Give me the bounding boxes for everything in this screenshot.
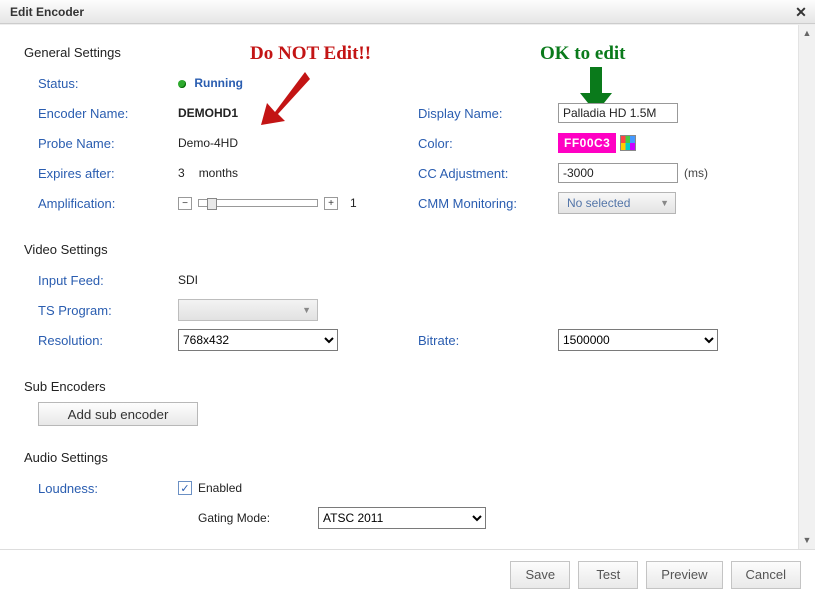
chevron-down-icon: ▼ <box>302 305 311 315</box>
expires-unit: months <box>199 166 238 180</box>
status-dot-icon <box>178 80 186 88</box>
input-feed-label: Input Feed: <box>38 273 178 288</box>
close-icon[interactable]: ✕ <box>793 4 809 20</box>
scroll-pane[interactable]: General Settings Status: Running Encoder <box>0 25 797 549</box>
resolution-label: Resolution: <box>38 333 178 348</box>
display-name-label: Display Name: <box>418 106 558 121</box>
loudness-enabled-label: Enabled <box>198 481 242 495</box>
dialog-body: Do NOT Edit!! OK to edit General Setting… <box>0 24 815 549</box>
color-value[interactable]: FF00C3 <box>558 133 616 153</box>
cmm-label: CMM Monitoring: <box>418 196 558 211</box>
loudness-checkbox[interactable]: ✓ <box>178 481 192 495</box>
scroll-up-icon[interactable]: ▲ <box>799 25 815 42</box>
slider-minus-icon[interactable]: − <box>178 197 192 210</box>
cc-adjust-input[interactable] <box>558 163 678 183</box>
cmm-select[interactable]: No selected ▼ <box>558 192 676 214</box>
add-sub-encoder-button[interactable]: Add sub encoder <box>38 402 198 426</box>
status-label: Status: <box>38 76 178 91</box>
probe-name-value: Demo-4HD <box>178 136 238 150</box>
cc-adjust-unit: (ms) <box>684 166 708 180</box>
input-feed-value: SDI <box>178 273 198 287</box>
chevron-down-icon: ▼ <box>660 198 669 208</box>
status-value: Running <box>178 76 243 90</box>
slider-track[interactable] <box>198 199 318 207</box>
cmm-select-value: No selected <box>567 196 630 210</box>
save-button[interactable]: Save <box>510 561 570 589</box>
slider-thumb[interactable] <box>207 198 217 210</box>
expires-value: 3 <box>178 166 185 180</box>
slider-plus-icon[interactable]: + <box>324 197 338 210</box>
amplification-label: Amplification: <box>38 196 178 211</box>
dialog-footer: Save Test Preview Cancel <box>0 549 815 599</box>
window-title: Edit Encoder <box>10 5 84 19</box>
gating-mode-select[interactable]: ATSC 2011 <box>318 507 486 529</box>
ts-program-label: TS Program: <box>38 303 178 318</box>
section-general-title: General Settings <box>24 45 779 60</box>
loudness-label: Loudness: <box>38 481 178 496</box>
section-video-title: Video Settings <box>24 242 779 257</box>
test-button[interactable]: Test <box>578 561 638 589</box>
scroll-down-icon[interactable]: ▼ <box>799 532 815 549</box>
amplification-value: 1 <box>350 196 357 210</box>
encoder-name-value: DEMOHD1 <box>178 106 238 120</box>
section-audio-title: Audio Settings <box>24 450 779 465</box>
cc-adjust-label: CC Adjustment: <box>418 166 558 181</box>
expires-label: Expires after: <box>38 166 178 181</box>
display-name-input[interactable] <box>558 103 678 123</box>
outer-scrollbar[interactable]: ▲ ▼ <box>798 25 815 549</box>
expires-value-wrap: 3 months <box>178 166 238 180</box>
resolution-select[interactable]: 768x432 <box>178 329 338 351</box>
encoder-name-label: Encoder Name: <box>38 106 178 121</box>
color-palette-icon[interactable] <box>620 135 636 151</box>
color-label: Color: <box>418 136 558 151</box>
preview-button[interactable]: Preview <box>646 561 722 589</box>
titlebar: Edit Encoder ✕ <box>0 0 815 24</box>
edit-encoder-dialog: Edit Encoder ✕ Do NOT Edit!! OK to edit … <box>0 0 815 599</box>
bitrate-select[interactable]: 1500000 <box>558 329 718 351</box>
cancel-button[interactable]: Cancel <box>731 561 801 589</box>
ts-program-select[interactable]: ▼ <box>178 299 318 321</box>
gating-mode-label: Gating Mode: <box>198 511 308 525</box>
section-sub-title: Sub Encoders <box>24 379 779 394</box>
amplification-slider[interactable]: − + 1 <box>178 196 357 210</box>
bitrate-label: Bitrate: <box>418 333 558 348</box>
probe-name-label: Probe Name: <box>38 136 178 151</box>
